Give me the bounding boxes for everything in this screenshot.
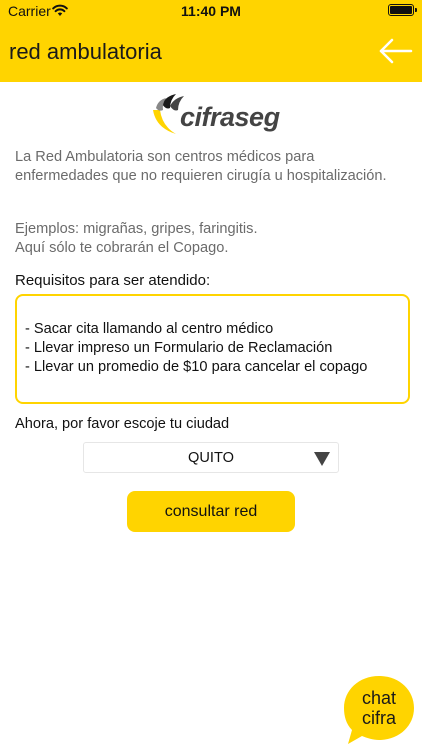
header-bar: red ambulatoria (0, 22, 422, 82)
examples-text: Ejemplos: migrañas, gripes, faringitis. … (15, 220, 410, 257)
consultar-red-button[interactable]: consultar red (127, 491, 295, 532)
copago-line: Aquí sólo te cobrarán el Copago. (15, 239, 229, 256)
dropdown-arrow-icon (314, 452, 330, 466)
requirements-box: - Sacar cita llamando al centro médico -… (15, 294, 410, 404)
arrow-left-icon[interactable] (378, 36, 414, 66)
status-bar: Carrier 11:40 PM (0, 0, 422, 22)
chat-label: chat cifra (342, 688, 416, 728)
chat-button[interactable]: chat cifra (342, 674, 416, 746)
examples-line: Ejemplos: migrañas, gripes, faringitis. (15, 221, 258, 237)
cifraseg-logo: cifraseg (150, 92, 280, 140)
city-select[interactable]: QUITO (83, 442, 339, 473)
logo-text: cifraseg (180, 102, 280, 132)
clock: 11:40 PM (181, 3, 241, 19)
requirement-item: - Llevar un promedio de $10 para cancela… (25, 359, 368, 375)
city-selected-value: QUITO (188, 450, 234, 466)
city-label: Ahora, por favor escoje tu ciudad (15, 416, 230, 432)
requirement-item: - Llevar impreso un Formulario de Reclam… (25, 340, 333, 356)
battery-icon (388, 4, 417, 16)
intro-text: La Red Ambulatoria son centros médicos p… (15, 149, 387, 184)
chat-label-line2: cifra (361, 708, 396, 728)
page-title: red ambulatoria (9, 39, 162, 64)
chat-label-line1: chat (361, 688, 397, 708)
requirements-label: Requisitos para ser atendido: (15, 272, 211, 289)
requirement-item: - Sacar cita llamando al centro médico (25, 321, 274, 337)
